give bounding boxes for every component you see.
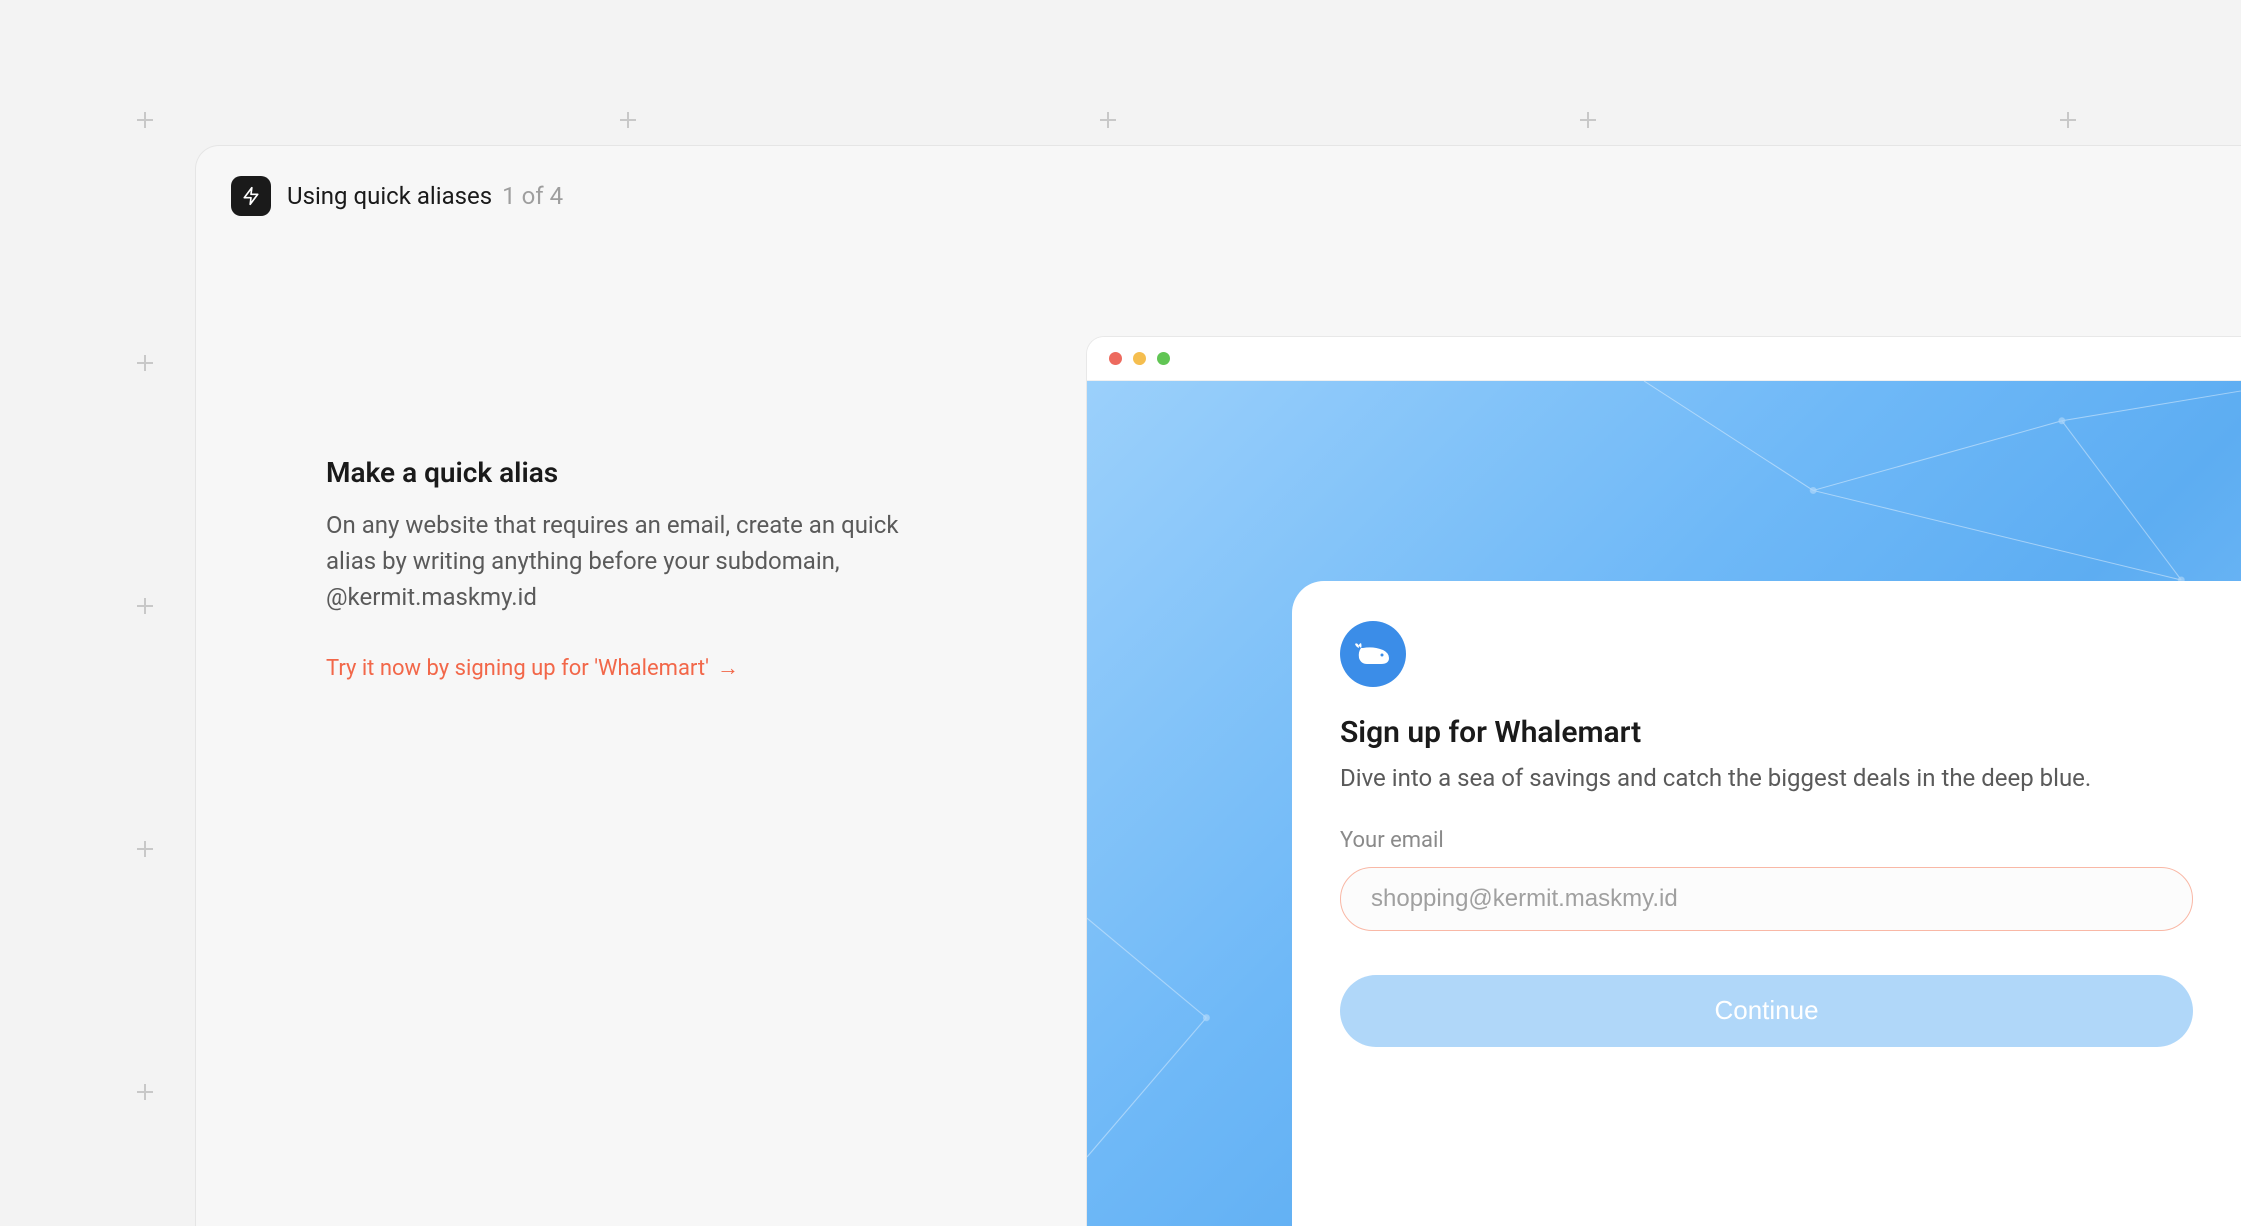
email-label: Your email bbox=[1340, 828, 2193, 853]
traffic-light-close-icon bbox=[1109, 352, 1122, 365]
continue-button[interactable]: Continue bbox=[1340, 975, 2193, 1047]
signup-card: Sign up for Whalemart Dive into a sea of… bbox=[1292, 581, 2241, 1226]
browser-chrome bbox=[1087, 337, 2241, 381]
panel-step-indicator: 1 of 4 bbox=[502, 182, 563, 210]
lightning-icon bbox=[231, 176, 271, 216]
intro-content: Make a quick alias On any website that r… bbox=[326, 456, 906, 681]
traffic-light-minimize-icon bbox=[1133, 352, 1146, 365]
try-it-label: Try it now by signing up for 'Whalemart' bbox=[326, 656, 709, 681]
arrow-right-icon: → bbox=[717, 655, 739, 681]
try-it-link[interactable]: Try it now by signing up for 'Whalemart'… bbox=[326, 655, 739, 681]
browser-mockup: Sign up for Whalemart Dive into a sea of… bbox=[1086, 336, 2241, 1226]
traffic-light-zoom-icon bbox=[1157, 352, 1170, 365]
email-field[interactable] bbox=[1340, 867, 2193, 931]
intro-body: On any website that requires an email, c… bbox=[326, 507, 906, 615]
intro-heading: Make a quick alias bbox=[326, 456, 906, 489]
panel-title: Using quick aliases bbox=[287, 182, 492, 210]
panel-header: Using quick aliases 1 of 4 bbox=[231, 176, 563, 216]
whale-icon bbox=[1340, 621, 1406, 687]
signup-heading: Sign up for Whalemart bbox=[1340, 715, 2193, 750]
browser-viewport: Sign up for Whalemart Dive into a sea of… bbox=[1087, 381, 2241, 1226]
signup-subheading: Dive into a sea of savings and catch the… bbox=[1340, 762, 2193, 796]
onboarding-panel: Using quick aliases 1 of 4 Make a quick … bbox=[195, 145, 2241, 1226]
